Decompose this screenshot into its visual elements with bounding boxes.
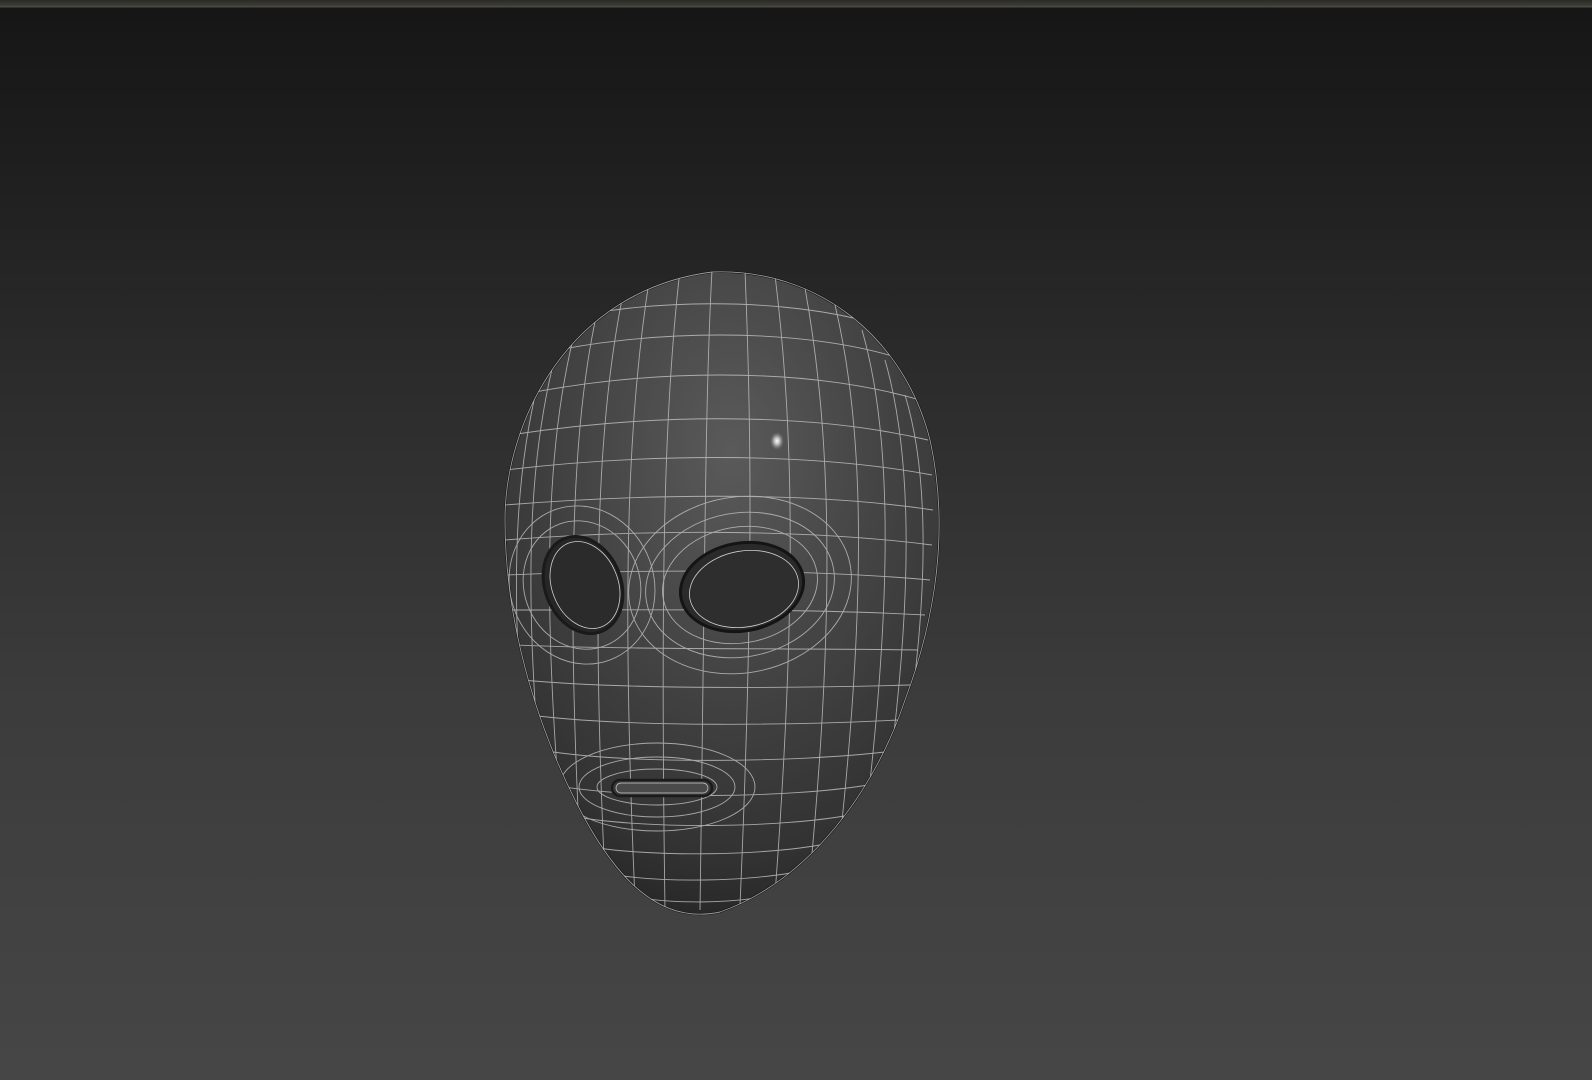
viewport-frame (0, 0, 1592, 1080)
mouth-slit (610, 778, 714, 798)
window-top-edge (0, 0, 1592, 8)
3d-viewport[interactable] (0, 8, 1592, 1080)
mask-mesh[interactable] (0, 8, 1592, 1080)
specular-highlight (770, 432, 784, 450)
